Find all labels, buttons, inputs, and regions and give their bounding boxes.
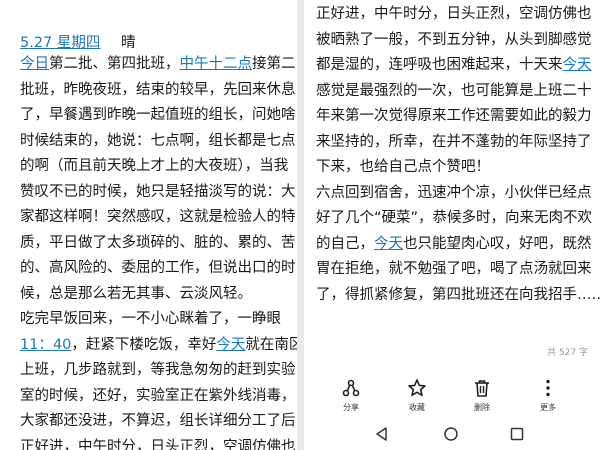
- note-line: 家都这样啊！突然感叹，这就是检验人的特: [0, 205, 297, 230]
- note-text: 就在南区: [245, 336, 297, 353]
- nav-recents-button[interactable]: [509, 426, 525, 446]
- note-text: 来坚持的，所幸，在并不蓬勃的年际坚持了: [316, 133, 592, 150]
- note-text: 第二批、第四批班，: [49, 56, 180, 72]
- note-line: 的自己，今天也只能望肉心叹，好吧，既然: [304, 232, 600, 257]
- note-line: 来坚持的，所幸，在并不蓬勃的年际坚持了: [304, 130, 600, 155]
- note-line: 都是湿的，连呼吸也困难起来，十天来今天: [304, 53, 600, 78]
- note-text: 质，平日做了太多琐碎的、脏的、累的、苦: [20, 234, 296, 251]
- note-line: 今日第二批、第四批班，中午十二点接第二: [0, 52, 297, 77]
- note-text: 上班，几步路就到，等我急匆匆的赶到实验: [20, 362, 296, 378]
- note-text: 室的时候，还好，实验室正在紫外线消毒，: [20, 387, 296, 404]
- note-text: 批班，昨晚夜班，结束的较早，先回来休息: [20, 81, 296, 98]
- back-icon: [376, 427, 387, 441]
- home-icon: [444, 427, 458, 441]
- favorite-button[interactable]: 收藏: [397, 378, 437, 413]
- note-text: 下来，也给自己点个赞吧！: [316, 159, 490, 175]
- note-weather: 晴: [121, 35, 136, 51]
- note-line: 了，早餐遇到昨晚一起值班的组长，问她啥: [0, 103, 297, 128]
- delete-button[interactable]: 删除: [462, 378, 502, 413]
- highlighted-keyword-link[interactable]: 今天: [563, 57, 592, 73]
- note-line: 候，总是那么若无其事、云淡风轻。: [0, 282, 297, 307]
- highlighted-keyword-link[interactable]: 中午十二点: [180, 56, 253, 72]
- note-text: 接第二: [252, 56, 296, 72]
- more-label: 更多: [540, 403, 556, 412]
- note-line: 六点回到宿舍，迅速冲个凉，小伙伴已经点: [304, 181, 600, 206]
- note-text: 的自己，: [316, 235, 374, 252]
- note-text: 大家都还没进，不算迟，组长详细分工了后: [20, 413, 296, 429]
- right-note-panel: 正好进，中午时分，日头正烈，空调仿佛也 被晒熟了一般，不到五分钟，从头到脚感觉 都是…: [304, 0, 600, 450]
- highlighted-keyword-link[interactable]: 今日: [20, 56, 49, 72]
- note-text: 也只能望肉心叹，好吧，既然: [403, 235, 592, 252]
- note-text: 时候结束的，她说：七点啊，组长都是七点: [20, 132, 296, 149]
- share-label: 分享: [343, 403, 359, 412]
- note-line: 批班，昨晚夜班，结束的较早，先回来休息: [0, 78, 297, 103]
- note-text: 六点回到宿舍，迅速冲个凉，小伙伴已经点: [316, 184, 592, 201]
- note-line: 上班，几步路就到，等我急匆匆的赶到实验: [0, 358, 297, 383]
- note-text: 吃完早饭回来，一不小心眯着了，一睁眼: [20, 311, 281, 327]
- note-text: 正好进，中午时分，日头正烈，空调仿佛也: [20, 438, 296, 450]
- note-text: 感觉是最强烈的一次，也可能算是上班二十: [316, 82, 592, 99]
- note-text: 了，早餐遇到昨晚一起值班的组长，问她啥: [20, 107, 296, 123]
- recents-icon: [510, 427, 524, 441]
- note-line: 11：40，赶紧下楼吃饭，幸好今天就在南区: [0, 333, 297, 358]
- note-line: 下来，也给自己点个赞吧！: [304, 155, 600, 180]
- note-line: 时候结束的，她说：七点啊，组长都是七点: [0, 129, 297, 154]
- star-icon: [408, 379, 426, 397]
- note-line: 胃在拒绝，就不勉强了吧，喝了点汤就回来: [304, 257, 600, 282]
- note-line: 了，得抓紧修复，第四批班还在向我招手……: [304, 283, 600, 308]
- note-text: 都是湿的，连呼吸也困难起来，十天来: [316, 57, 563, 73]
- note-line: 正好进，中午时分，日头正烈，空调仿佛也: [0, 435, 297, 450]
- note-text: 好了几个“硬菜”，恭候多时，向来无肉不欢: [316, 210, 593, 226]
- note-line: 感觉是最强烈的一次，也可能算是上班二十: [304, 79, 600, 104]
- note-text: 的啊（而且前天晚上才上的大夜班），当我: [20, 158, 289, 174]
- share-button[interactable]: 分享: [331, 378, 371, 413]
- note-line: 吃完早饭回来，一不小心眯着了，一睁眼: [0, 307, 297, 332]
- note-line: 被晒熟了一般，不到五分钟，从头到脚感觉: [304, 28, 600, 53]
- note-line: 室的时候，还好，实验室正在紫外线消毒，: [0, 384, 297, 409]
- note-line: 的啊（而且前天晚上才上的大夜班），当我: [0, 154, 297, 179]
- system-navbar: [304, 418, 600, 450]
- note-line: 好了几个“硬菜”，恭候多时，向来无肉不欢: [304, 206, 600, 231]
- note-line: 的、高风险的、委屈的工作，但说出口的时: [0, 256, 297, 281]
- left-note-panel: 5.27 星期四 晴 今日第二批、第四批班，中午十二点接第二批班，昨晚夜班，结束…: [0, 0, 297, 450]
- note-line: 赞叹不已的时候，她只是轻描淡写的说：大: [0, 180, 297, 205]
- note-text: 家都这样啊！突然感叹，这就是检验人的特: [20, 209, 296, 225]
- note-text: 胃在拒绝，就不勉强了吧，喝了点汤就回来: [316, 261, 592, 277]
- nav-back-button[interactable]: [374, 426, 390, 446]
- word-count: 共 527 字: [547, 348, 588, 358]
- note-line: 年来第一次觉得原来工作还需要如此的毅力: [304, 104, 600, 129]
- note-text: 正好进，中午时分，日头正烈，空调仿佛也: [316, 6, 592, 22]
- highlighted-keyword-link[interactable]: 11：40: [20, 337, 71, 353]
- nav-home-button[interactable]: [443, 426, 459, 446]
- note-text: 候，总是那么若无其事、云淡风轻。: [20, 285, 252, 302]
- favorite-label: 收藏: [409, 403, 425, 412]
- note-text: 年来第一次觉得原来工作还需要如此的毅力: [316, 108, 592, 124]
- note-text: 赞叹不已的时候，她只是轻描淡写的说：大: [20, 183, 296, 200]
- more-icon: [546, 379, 550, 397]
- note-text: ，赶紧下楼吃饭，幸好: [71, 336, 217, 353]
- note-date-link[interactable]: 5.27 星期四: [20, 35, 100, 51]
- more-button[interactable]: 更多: [528, 378, 568, 413]
- delete-label: 删除: [474, 403, 490, 412]
- note-line: 大家都还没进，不算迟，组长详细分工了后: [0, 409, 297, 434]
- highlighted-keyword-link[interactable]: 今天: [216, 337, 245, 353]
- highlighted-keyword-link[interactable]: 今天: [374, 236, 403, 252]
- note-line: 质，平日做了太多琐碎的、脏的、累的、苦: [0, 231, 297, 256]
- note-line: 正好进，中午时分，日头正烈，空调仿佛也: [304, 2, 600, 27]
- note-text: 被晒熟了一般，不到五分钟，从头到脚感觉: [316, 31, 592, 48]
- share-icon: [342, 379, 360, 397]
- note-text: 了，得抓紧修复，第四批班还在向我招手……: [316, 286, 600, 303]
- trash-icon: [475, 380, 489, 397]
- bottom-toolbar: 分享 收藏 删除 更多: [304, 372, 600, 417]
- note-text: 的、高风险的、委屈的工作，但说出口的时: [20, 260, 296, 276]
